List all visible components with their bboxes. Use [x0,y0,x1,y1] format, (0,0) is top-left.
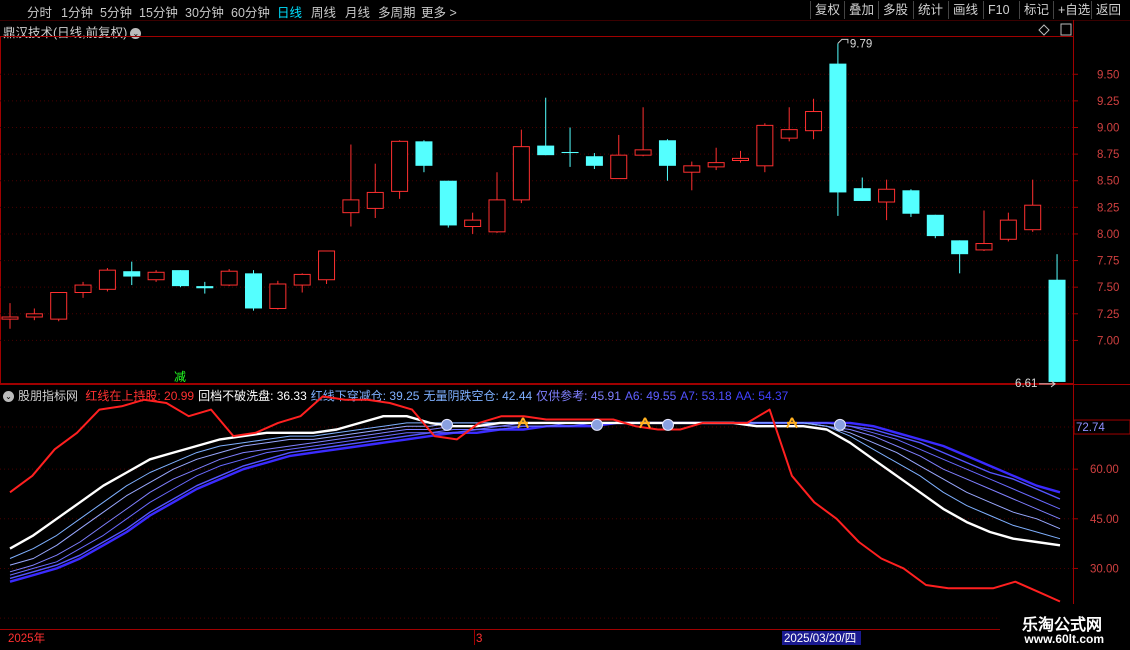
watermark-url: www.60lt.com [1024,632,1104,646]
candle-body-42 [1024,204,1042,231]
candle-body-10 [245,273,262,309]
price-tick-label-1: 9.25 [1097,96,1119,108]
price-tick-label-2: 9.00 [1097,122,1119,134]
indicator-line-3 [9,422,1061,566]
candle-body-3 [74,284,92,294]
sell-signal-label: 减 [174,370,186,384]
high-price-label: 9.79 [850,38,872,50]
signal-cup-icon-4 [662,418,674,431]
cursor-date-label: 2025/03/20/四 [784,633,856,645]
candle-body-29 [707,162,725,168]
candle-body-16 [391,140,409,192]
price-tick-label-4: 8.50 [1097,176,1119,188]
candle-body-8 [196,286,214,289]
ind-tick-label-0: 60.00 [1090,464,1119,476]
candle-body-28 [683,165,701,173]
price-tick-label-5: 8.25 [1097,202,1119,214]
candle-body-40 [975,243,993,251]
candle-body-24 [585,156,603,166]
candle-body-0 [1,316,19,320]
candle-body-31 [756,124,774,167]
candle-body-18 [439,180,457,226]
candle-body-2 [50,292,68,320]
candle-body-39 [951,240,969,255]
price-tick-label-9: 7.25 [1097,309,1119,321]
candle-body-38 [926,214,944,237]
indicator-line-6 [9,422,1061,580]
low-price-label: 6.61 [1015,378,1037,390]
indicator-line-5 [9,422,1061,576]
candle-body-43 [1048,279,1066,382]
candle-body-27 [658,140,676,166]
diamond-icon [1038,24,1050,36]
candle-body-37 [902,190,920,214]
indicator-line-2 [9,422,1061,559]
price-tick-label-0: 9.50 [1097,69,1119,81]
candle-body-26 [634,149,652,156]
candle-body-11 [269,283,287,309]
price-tick-label-8: 7.50 [1097,282,1119,294]
candle-body-41 [999,219,1017,240]
candle-body-36 [878,188,896,203]
signal-person-icon-3 [639,417,651,429]
window-icon [1060,23,1072,36]
ind-tick-label-1: 45.00 [1090,514,1119,526]
current-value-label: 72.74 [1076,422,1105,434]
candle-body-5 [123,271,141,277]
candle-body-30 [732,157,749,161]
candle-body-15 [366,191,384,209]
candle-body-1 [25,313,43,318]
candle-body-9 [220,270,238,286]
ind-tick-label-2: 30.00 [1090,563,1119,575]
price-tick-label-10: 7.00 [1097,335,1119,347]
candle-body-22 [537,145,555,156]
candle-body-13 [318,250,336,281]
candle-body-12 [293,273,311,286]
candle-body-20 [488,199,506,233]
indicator-line-4 [9,422,1061,573]
candle-body-19 [464,219,482,228]
high-marker-arrow [837,38,849,44]
low-marker-arrow [1039,380,1056,388]
candle-body-4 [98,269,116,290]
candle-body-23 [561,151,579,154]
candle-body-33 [805,111,823,132]
month-label: 3 [476,633,482,645]
price-tick-label-3: 8.75 [1097,149,1119,161]
year-label: 2025年 [8,631,45,645]
price-tick-label-7: 7.75 [1097,256,1119,268]
candle-body-34 [829,63,847,193]
candle-body-6 [147,271,165,281]
candle-body-7 [171,270,189,287]
signal-cup-icon-6 [834,418,846,431]
price-tick-label-6: 8.00 [1097,229,1119,241]
candle-body-25 [610,154,628,180]
signal-cup-icon-2 [591,418,603,431]
candle-body-32 [780,129,798,139]
chart-canvas[interactable]: 9.50 9.25 9.00 8.75 8.50 8.25 8.00 7.75 7.50 7.25… [0,0,1130,650]
candle-body-14 [342,199,360,214]
candle-body-17 [415,141,433,166]
candle-body-21 [512,146,530,201]
signal-cup-icon-0 [441,418,453,431]
candle-body-35 [853,188,871,201]
